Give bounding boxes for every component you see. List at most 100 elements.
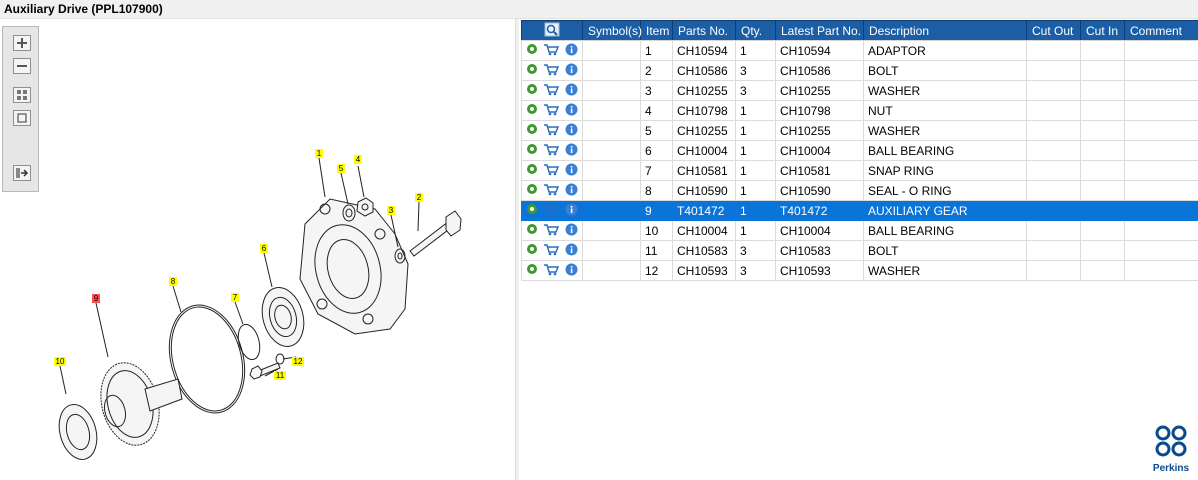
settings-gear-icon[interactable] bbox=[526, 163, 538, 178]
cell-comment bbox=[1124, 260, 1198, 281]
info-icon[interactable] bbox=[565, 63, 578, 79]
callout-3[interactable]: 3 bbox=[387, 206, 395, 215]
illustration-panel[interactable]: 1 2 3 4 5 6 7 8 9 10 11 12 bbox=[0, 19, 515, 480]
shopping-cart-icon[interactable] bbox=[543, 83, 560, 99]
table-row[interactable]: 4 CH10798 1 CH10798 NUT bbox=[521, 100, 1198, 121]
callout-7[interactable]: 7 bbox=[231, 293, 239, 302]
info-icon[interactable] bbox=[565, 123, 578, 139]
column-header-parts-no[interactable]: Parts No. bbox=[672, 20, 736, 41]
search-icon bbox=[544, 22, 560, 36]
fit-all-button[interactable] bbox=[13, 87, 31, 103]
info-icon[interactable] bbox=[565, 203, 578, 219]
column-header-search[interactable] bbox=[521, 20, 583, 41]
cell-qty: 3 bbox=[735, 260, 776, 281]
callout-2[interactable]: 2 bbox=[415, 193, 423, 202]
table-row[interactable]: 5 CH10255 1 CH10255 WASHER bbox=[521, 120, 1198, 141]
cell-comment bbox=[1124, 160, 1198, 181]
table-row[interactable]: 9 T401472 1 T401472 AUXILIARY GEAR bbox=[521, 200, 1198, 221]
zoom-out-button[interactable] bbox=[13, 58, 31, 74]
cell-cut-in bbox=[1080, 200, 1125, 221]
settings-gear-icon[interactable] bbox=[526, 203, 538, 218]
table-row[interactable]: 10 CH10004 1 CH10004 BALL BEARING bbox=[521, 220, 1198, 241]
column-header-symbols[interactable]: Symbol(s) bbox=[582, 20, 642, 41]
cell-description: BOLT bbox=[863, 240, 1027, 261]
table-row[interactable]: 2 CH10586 3 CH10586 BOLT bbox=[521, 60, 1198, 81]
shopping-cart-icon[interactable] bbox=[543, 123, 560, 139]
callout-10[interactable]: 10 bbox=[54, 357, 66, 366]
shopping-cart-icon[interactable] bbox=[543, 163, 560, 179]
table-row[interactable]: 11 CH10583 3 CH10583 BOLT bbox=[521, 240, 1198, 261]
settings-gear-icon[interactable] bbox=[526, 143, 538, 158]
info-icon[interactable] bbox=[565, 263, 578, 279]
column-header-item[interactable]: Item bbox=[640, 20, 673, 41]
table-row[interactable]: 1 CH10594 1 CH10594 ADAPTOR bbox=[521, 40, 1198, 61]
column-header-latest-part-no[interactable]: Latest Part No. bbox=[775, 20, 864, 41]
column-header-cut-out[interactable]: Cut Out bbox=[1026, 20, 1081, 41]
shopping-cart-icon[interactable] bbox=[543, 143, 560, 159]
cell-comment bbox=[1124, 180, 1198, 201]
settings-gear-icon[interactable] bbox=[526, 83, 538, 98]
cell-comment bbox=[1124, 120, 1198, 141]
column-header-description[interactable]: Description bbox=[863, 20, 1027, 41]
svg-text:3: 3 bbox=[389, 206, 394, 215]
info-icon[interactable] bbox=[565, 43, 578, 59]
cell-cut-in bbox=[1080, 140, 1125, 161]
cell-qty: 1 bbox=[735, 100, 776, 121]
column-header-comment[interactable]: Comment bbox=[1124, 20, 1198, 41]
table-row[interactable]: 6 CH10004 1 CH10004 BALL BEARING bbox=[521, 140, 1198, 161]
cell-latest-part-no: CH10594 bbox=[775, 40, 864, 61]
cell-description: NUT bbox=[863, 100, 1027, 121]
cell-cut-out bbox=[1026, 40, 1081, 61]
info-icon[interactable] bbox=[565, 223, 578, 239]
callout-1[interactable]: 1 bbox=[315, 149, 323, 158]
column-header-cut-in[interactable]: Cut In bbox=[1080, 20, 1125, 41]
row-actions bbox=[521, 120, 583, 141]
cell-cut-out bbox=[1026, 100, 1081, 121]
cell-comment bbox=[1124, 60, 1198, 81]
callout-11[interactable]: 11 bbox=[274, 371, 286, 380]
callout-9[interactable]: 9 bbox=[92, 294, 100, 303]
export-button[interactable] bbox=[13, 165, 31, 181]
export-arrow-icon bbox=[16, 168, 29, 178]
info-icon[interactable] bbox=[565, 83, 578, 99]
info-icon[interactable] bbox=[565, 143, 578, 159]
settings-gear-icon[interactable] bbox=[526, 183, 538, 198]
shopping-cart-icon[interactable] bbox=[543, 103, 560, 119]
info-icon[interactable] bbox=[565, 183, 578, 199]
shopping-cart-icon[interactable] bbox=[543, 183, 560, 199]
column-header-qty[interactable]: Qty. bbox=[735, 20, 776, 41]
cell-part-no: CH10798 bbox=[672, 100, 736, 121]
settings-gear-icon[interactable] bbox=[526, 63, 538, 78]
table-row[interactable]: 3 CH10255 3 CH10255 WASHER bbox=[521, 80, 1198, 101]
actual-size-button[interactable] bbox=[13, 110, 31, 126]
info-icon[interactable] bbox=[565, 243, 578, 259]
callout-5[interactable]: 5 bbox=[337, 164, 345, 173]
cell-item: 3 bbox=[640, 80, 673, 101]
row-actions bbox=[521, 80, 583, 101]
callout-6[interactable]: 6 bbox=[260, 244, 268, 253]
settings-gear-icon[interactable] bbox=[526, 103, 538, 118]
info-icon[interactable] bbox=[565, 103, 578, 119]
shopping-cart-icon[interactable] bbox=[543, 63, 560, 79]
callout-8[interactable]: 8 bbox=[169, 277, 177, 286]
settings-gear-icon[interactable] bbox=[526, 263, 538, 278]
shopping-cart-icon[interactable] bbox=[543, 203, 560, 219]
zoom-in-button[interactable] bbox=[13, 35, 31, 51]
callout-4[interactable]: 4 bbox=[354, 155, 362, 164]
table-row[interactable]: 12 CH10593 3 CH10593 WASHER bbox=[521, 260, 1198, 281]
settings-gear-icon[interactable] bbox=[526, 223, 538, 238]
info-icon[interactable] bbox=[565, 163, 578, 179]
table-row[interactable]: 7 CH10581 1 CH10581 SNAP RING bbox=[521, 160, 1198, 181]
callout-12[interactable]: 12 bbox=[292, 357, 304, 366]
svg-text:7: 7 bbox=[233, 293, 238, 302]
settings-gear-icon[interactable] bbox=[526, 243, 538, 258]
svg-text:12: 12 bbox=[294, 357, 303, 366]
settings-gear-icon[interactable] bbox=[526, 43, 538, 58]
shopping-cart-icon[interactable] bbox=[543, 243, 560, 259]
table-row[interactable]: 8 CH10590 1 CH10590 SEAL - O RING bbox=[521, 180, 1198, 201]
row-actions bbox=[521, 260, 583, 281]
settings-gear-icon[interactable] bbox=[526, 123, 538, 138]
shopping-cart-icon[interactable] bbox=[543, 43, 560, 59]
shopping-cart-icon[interactable] bbox=[543, 223, 560, 239]
shopping-cart-icon[interactable] bbox=[543, 263, 560, 279]
